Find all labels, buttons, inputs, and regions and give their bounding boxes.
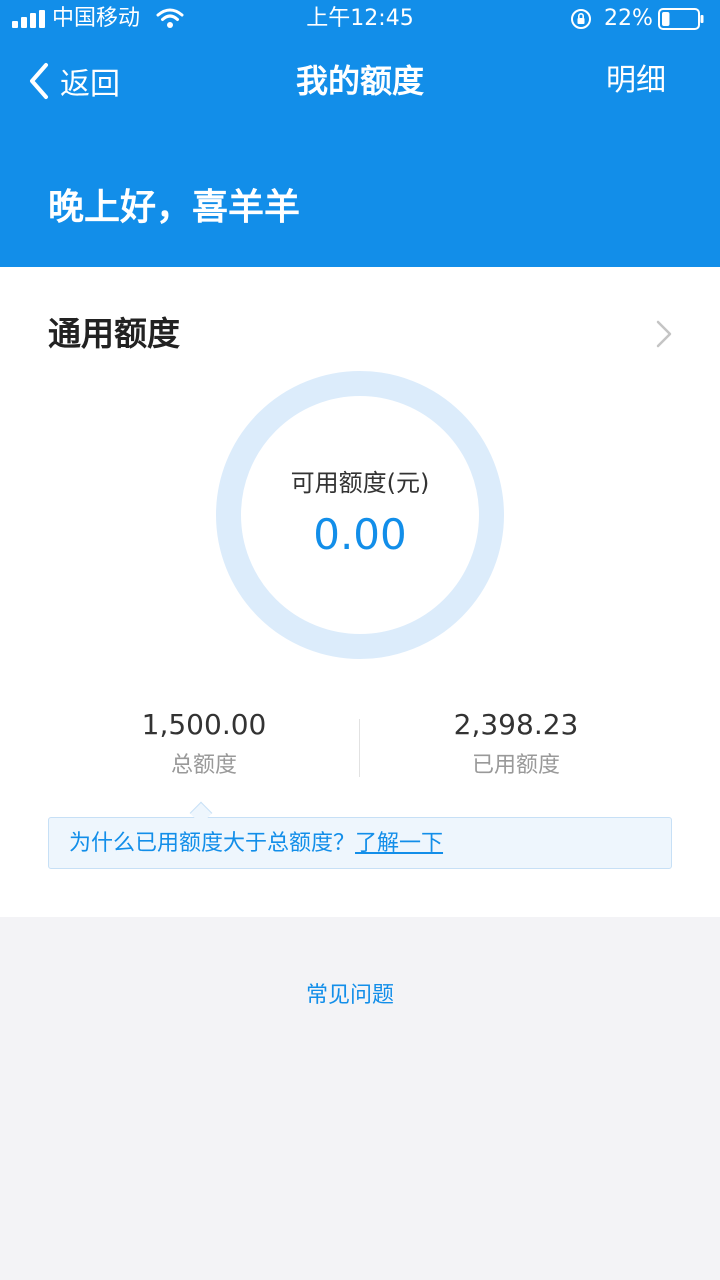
battery-fill [662, 12, 670, 26]
used-credit-label: 已用额度 [471, 753, 560, 778]
faq-link[interactable]: 常见问题 [0, 980, 700, 1012]
used-credit-stat: 2,398.23 已用额度 [396, 707, 636, 783]
info-tip: 为什么已用额度大于总额度？了解一下 [48, 817, 672, 869]
total-credit-value: 1,500.00 [141, 708, 267, 741]
available-credit-value: 0.00 [313, 510, 407, 559]
stat-divider [359, 719, 360, 777]
chevron-right-icon[interactable] [654, 319, 674, 349]
used-credit-value: 2,398.23 [453, 708, 579, 741]
battery-percentage: 22% [604, 6, 653, 31]
detail-button[interactable]: 明细 [606, 60, 666, 102]
learn-more-link[interactable]: 了解一下 [355, 831, 443, 856]
battery-icon [658, 8, 704, 30]
total-credit-stat: 1,500.00 总额度 [84, 707, 324, 783]
credit-card: 通用额度 可用额度(元) 0.00 1,500.00 总额度 2,398.23 … [0, 267, 720, 917]
rotation-lock-icon [571, 9, 591, 29]
section-title: 通用额度 [48, 314, 180, 353]
header: 中国移动 上午12:45 22% 返回 我的额度 明细 晚上好，喜羊羊 [0, 0, 720, 267]
available-credit-label: 可用额度(元) [290, 469, 430, 497]
status-bar: 中国移动 上午12:45 22% [0, 0, 720, 40]
tip-text: 为什么已用额度大于总额度？了解一下 [69, 828, 443, 860]
total-credit-label: 总额度 [170, 753, 237, 778]
tip-question: 为什么已用额度大于总额度？ [69, 831, 356, 856]
greeting-text: 晚上好，喜羊羊 [48, 187, 301, 228]
